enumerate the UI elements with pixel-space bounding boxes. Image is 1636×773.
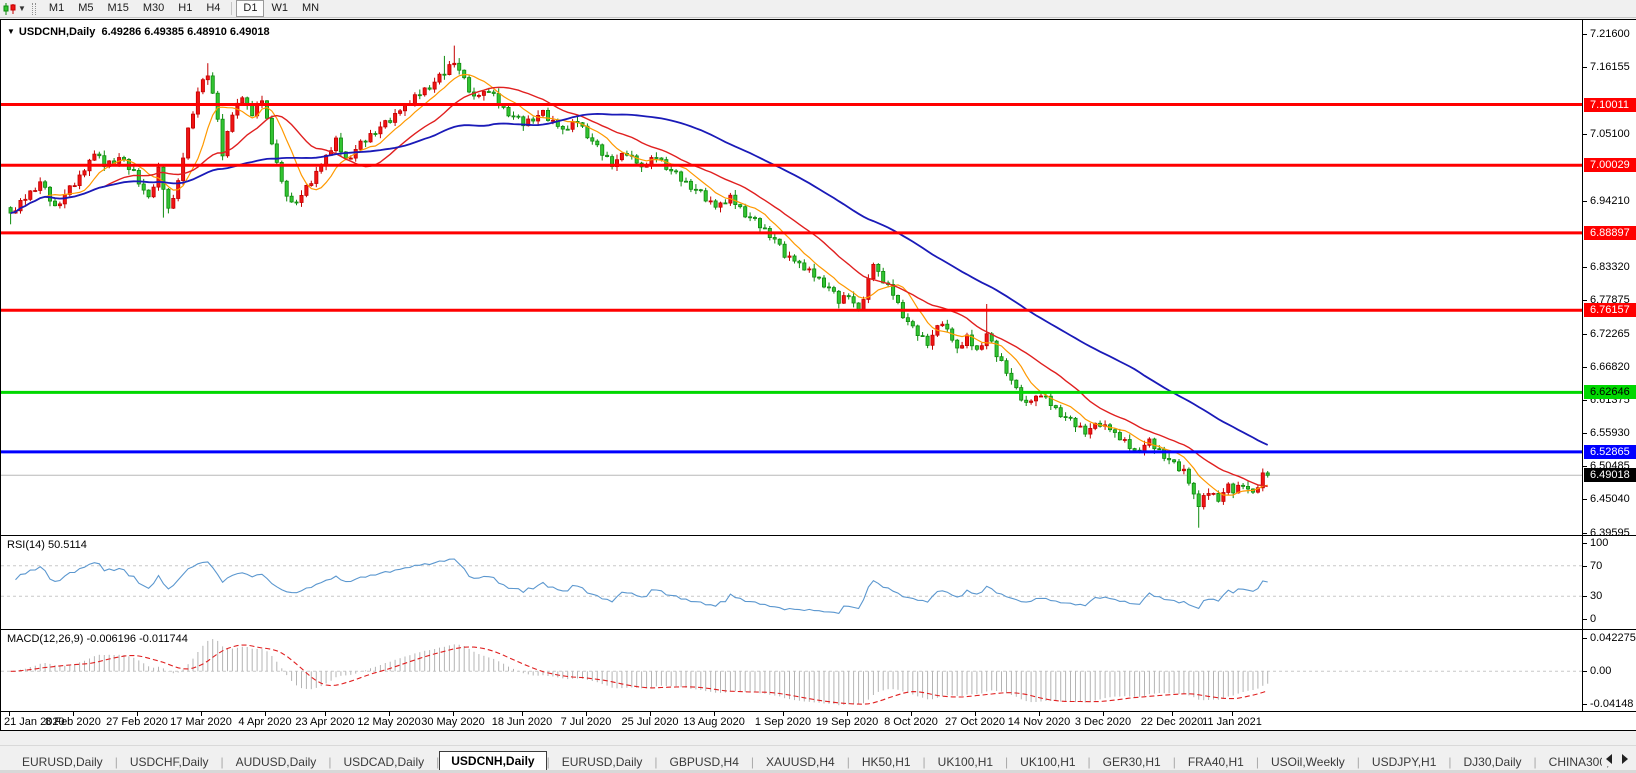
price-level-badge-1: 7.00029 [1584, 158, 1636, 173]
timeframe-button-w1[interactable]: W1 [264, 0, 295, 17]
tab-scroll-buttons [1602, 752, 1632, 766]
price-level-badge-3: 6.76157 [1584, 303, 1636, 318]
candlestick-glyph [3, 2, 16, 15]
date-tick-label: 12 May 2020 [357, 716, 421, 728]
chart-type-icon[interactable]: ▼ [3, 1, 26, 17]
price-tick-label: 7.05100 [1583, 128, 1630, 141]
macd-header: MACD(12,26,9) -0.006196 -0.011744 [7, 633, 188, 645]
timeframe-button-mn[interactable]: MN [295, 0, 326, 17]
timeframe-button-m15[interactable]: M15 [100, 0, 135, 17]
macd-values: -0.006196 -0.011744 [86, 633, 188, 645]
price-tick-label: 0.00 [1583, 665, 1611, 678]
timeframe-button-m30[interactable]: M30 [136, 0, 171, 17]
date-tick-label: 1 Sep 2020 [754, 716, 812, 728]
collapse-triangle-icon[interactable]: ▼ [7, 27, 15, 36]
tab-scroll-right-icon[interactable] [1622, 754, 1628, 764]
date-tick-label: 11 Jan 2021 [1202, 716, 1262, 728]
macd-label: MACD(12,26,9) [7, 633, 84, 645]
timeframe-button-h4[interactable]: H4 [199, 0, 227, 17]
date-tick-label: 8 Oct 2020 [884, 716, 938, 728]
timeframe-button-m1[interactable]: M1 [42, 0, 71, 17]
date-tick-label: 14 Nov 2020 [1007, 716, 1071, 728]
price-tick-label: 30 [1583, 590, 1602, 603]
rsi-value: 50.5114 [47, 539, 87, 551]
price-tick-label: 70 [1583, 560, 1602, 573]
timeframe-buttons: M1 M5 M15 M30 H1 H4 D1 W1 MN [42, 0, 326, 17]
price-tick-label: 6.66820 [1583, 361, 1630, 374]
price-level-badge-5: 6.52865 [1584, 444, 1636, 459]
macd-axis: 0.042275 0.00 -0.04148 [1582, 630, 1636, 711]
date-tick-label: 30 May 2020 [421, 716, 485, 728]
price-tick-label: 6.94210 [1583, 195, 1630, 208]
time-axis[interactable]: 21 Jan 2020 8 Feb 2020 27 Feb 2020 17 Mar 2… [0, 712, 1636, 731]
price-tick-label: 6.72265 [1583, 328, 1630, 341]
date-tick-label: 7 Jul 2020 [560, 716, 612, 728]
price-tick-label: 7.21600 [1583, 28, 1630, 41]
rsi-panel: RSI(14) 50.5114 100 70 30 0 [0, 536, 1636, 630]
date-tick-label: 22 Dec 2020 [1140, 716, 1204, 728]
date-tick-label: 3 Dec 2020 [1074, 716, 1132, 728]
chevron-down-icon[interactable]: ▼ [18, 4, 26, 13]
chart-tab-bar: EURUSD,Daily | USDCHF,Daily | AUDUSD,Daily | U… [0, 745, 1636, 773]
toolbar-grip[interactable] [31, 2, 36, 15]
price-level-badge-4: 6.62646 [1584, 385, 1636, 400]
price-level-badge-2: 6.88897 [1584, 225, 1636, 240]
timeframe-toolbar: ▼ M1 M5 M15 M30 H1 H4 D1 W1 MN [0, 0, 1636, 18]
tab-scroll-left-icon[interactable] [1606, 754, 1612, 764]
price-tick-label: 100 [1583, 537, 1608, 550]
price-tick-label: 6.45040 [1583, 493, 1630, 506]
rsi-canvas[interactable] [1, 536, 1582, 628]
main-chart-canvas[interactable] [1, 20, 1582, 535]
chart-symbol-label: USDCNH,Daily [18, 26, 96, 38]
date-tick-label: 19 Sep 2020 [815, 716, 879, 728]
price-tick-label: 0.042275 [1583, 632, 1636, 645]
timeframe-button-m5[interactable]: M5 [71, 0, 100, 17]
date-tick-label: 27 Oct 2020 [945, 716, 1005, 728]
toolbar-separator [231, 2, 233, 15]
date-tick-label: 27 Feb 2020 [106, 716, 168, 728]
date-tick-label: 17 Mar 2020 [170, 716, 232, 728]
price-level-badge-0: 7.10011 [1584, 97, 1636, 112]
price-tick-label: 6.55930 [1583, 427, 1630, 440]
chart-header: ▼ USDCNH,Daily 6.49286 6.49385 6.48910 6.… [7, 26, 270, 38]
macd-panel: MACD(12,26,9) -0.006196 -0.011744 0.0422… [0, 630, 1636, 712]
date-tick-label: 4 Apr 2020 [238, 716, 292, 728]
rsi-header: RSI(14) 50.5114 [7, 539, 87, 551]
rsi-axis: 100 70 30 0 [1582, 536, 1636, 629]
timeframe-button-d1[interactable]: D1 [236, 0, 265, 17]
macd-canvas[interactable] [1, 630, 1582, 710]
date-tick-label: 8 Feb 2020 [45, 716, 101, 728]
date-tick-label: 23 Apr 2020 [295, 716, 355, 728]
price-tick-label: 7.16155 [1583, 61, 1630, 74]
chart-ohlc-values: 6.49286 6.49385 6.48910 6.49018 [101, 26, 270, 38]
price-tick-label: -0.04148 [1583, 698, 1633, 711]
date-tick-label: 13 Aug 2020 [683, 716, 745, 728]
current-price-badge: 6.49018 [1584, 468, 1636, 483]
date-tick-label: 25 Jul 2020 [621, 716, 679, 728]
rsi-label: RSI(14) [7, 539, 45, 551]
price-tick-label: 6.83320 [1583, 261, 1630, 274]
date-tick-label: 18 Jun 2020 [491, 716, 553, 728]
price-axis[interactable]: 7.21600 7.16155 7.05100 6.94210 6.83320 6.778… [1582, 20, 1636, 539]
main-chart-panel: ▼ USDCNH,Daily 6.49286 6.49385 6.48910 6.… [0, 19, 1636, 539]
timeframe-button-h1[interactable]: H1 [171, 0, 199, 17]
price-tick-label: 0 [1583, 613, 1596, 626]
